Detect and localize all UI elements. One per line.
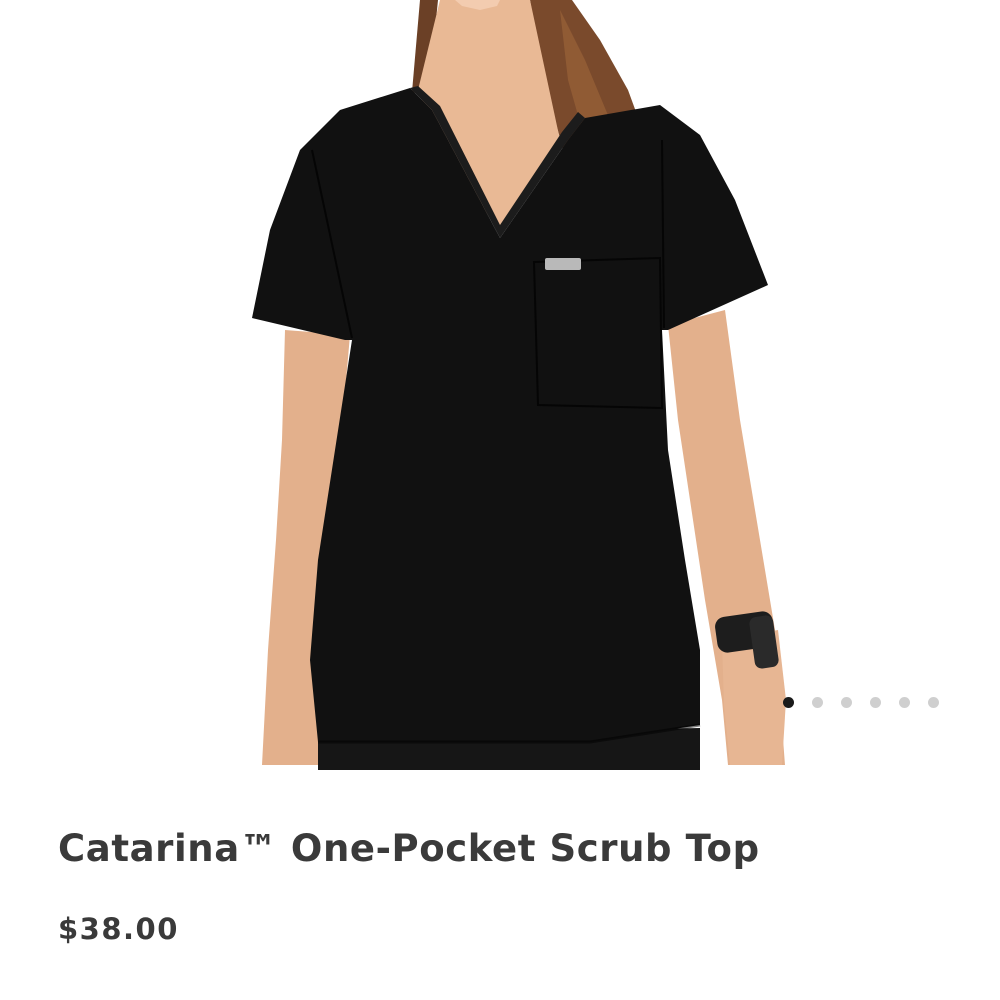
product-page: Catarina™ One-Pocket Scrub Top $38.00: [0, 0, 1000, 1000]
carousel-indicator: [783, 697, 939, 708]
carousel-dot-6[interactable]: [928, 697, 939, 708]
product-image-gallery[interactable]: [0, 0, 1000, 770]
product-title: Catarina™ One-Pocket Scrub Top: [58, 827, 760, 870]
brand-label: [545, 258, 581, 270]
carousel-dot-5[interactable]: [899, 697, 910, 708]
carousel-dot-3[interactable]: [841, 697, 852, 708]
product-price: $38.00: [58, 912, 179, 946]
carousel-dot-2[interactable]: [812, 697, 823, 708]
carousel-dot-1[interactable]: [783, 697, 794, 708]
carousel-dot-4[interactable]: [870, 697, 881, 708]
product-photo: [252, 0, 786, 770]
